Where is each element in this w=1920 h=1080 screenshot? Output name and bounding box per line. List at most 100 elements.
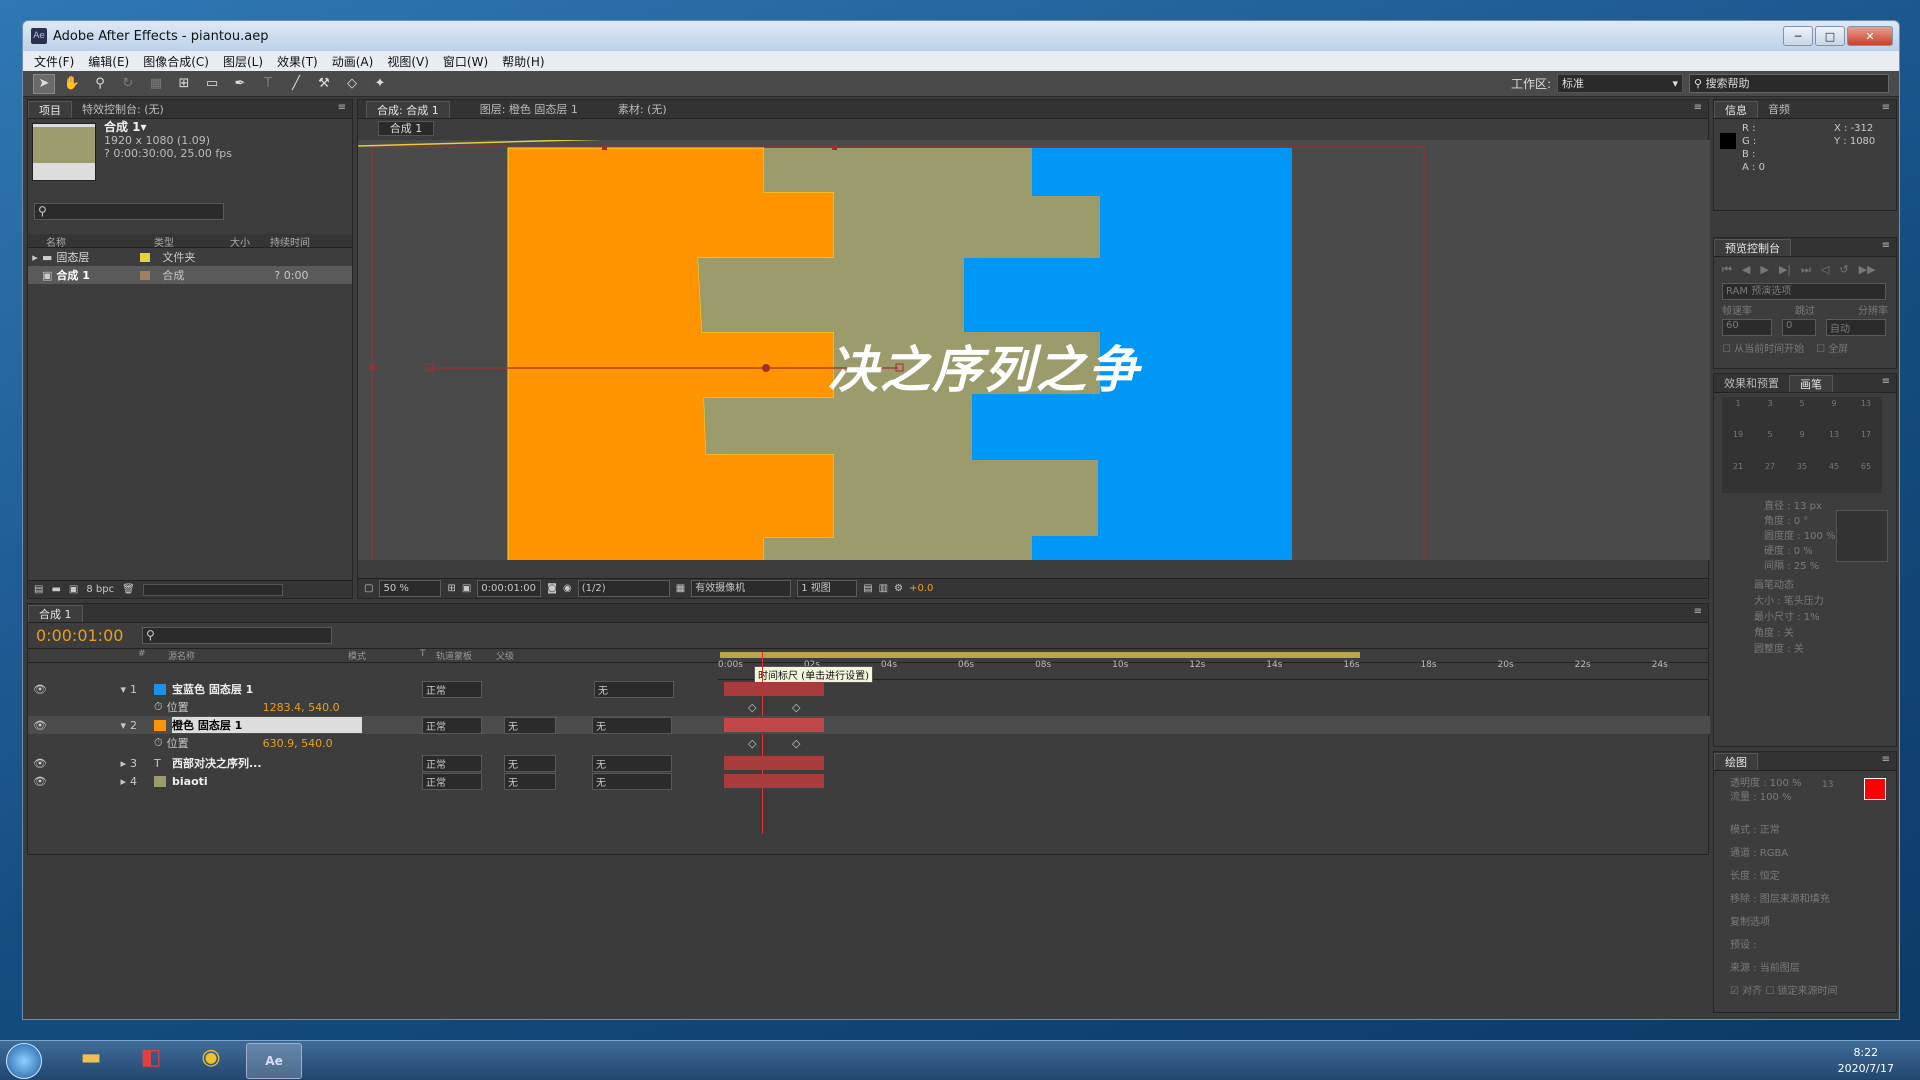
col-name[interactable]: 名称: [28, 234, 154, 249]
tab-preview[interactable]: 预览控制台: [1714, 239, 1791, 256]
camera-tool-icon[interactable]: ▦: [145, 74, 167, 94]
current-time[interactable]: 0:00:01:00: [36, 626, 132, 645]
fullscreen-checkbox[interactable]: ☐ 全屏: [1816, 340, 1848, 355]
toggle-pixel-icon[interactable]: ▤: [863, 583, 872, 594]
snapshot-icon[interactable]: ◙: [547, 583, 557, 594]
keyframe-icon[interactable]: ◇: [748, 737, 756, 750]
list-item[interactable]: ▣ 合成 1 合成 ? 0:00: [28, 266, 352, 284]
col-size[interactable]: 大小: [230, 234, 270, 249]
layer-bar[interactable]: [724, 718, 824, 732]
layer-mode-dropdown[interactable]: 正常: [422, 716, 482, 734]
table-row[interactable]: 👁 ▸ 3 T 西部对决之序列... 正常 无 无: [28, 754, 1710, 772]
expand-arrow-icon[interactable]: ▸: [28, 251, 42, 264]
clock-date[interactable]: 2020/7/17: [1838, 1061, 1894, 1077]
layer-track-dropdown[interactable]: 无: [504, 754, 556, 772]
transparency-grid-icon[interactable]: ▦: [676, 583, 685, 594]
paint-source-row[interactable]: 移除 : 图层来源和填充: [1730, 888, 1896, 911]
visibility-icon[interactable]: 👁: [28, 757, 52, 770]
region-icon[interactable]: ▢: [364, 583, 373, 594]
clock-time[interactable]: 8:22: [1838, 1045, 1894, 1061]
prev-frame-icon[interactable]: ◀: [1742, 263, 1750, 277]
menu-effect[interactable]: 效果(T): [270, 53, 325, 70]
new-folder-icon[interactable]: ▬: [51, 584, 60, 595]
project-search-input[interactable]: ⚲: [34, 203, 224, 220]
layer-bar[interactable]: [724, 682, 824, 696]
frame-rate-field[interactable]: 60: [1722, 319, 1772, 336]
tab-composition[interactable]: 合成: 合成 1: [366, 101, 450, 118]
menu-animation[interactable]: 动画(A): [325, 53, 381, 70]
tab-project[interactable]: 项目: [28, 101, 72, 118]
show-channel-icon[interactable]: ◉: [563, 583, 572, 594]
fast-preview-icon[interactable]: ▥: [879, 583, 888, 594]
rotate-tool-icon[interactable]: ↻: [117, 74, 139, 94]
menu-edit[interactable]: 编辑(E): [81, 53, 136, 70]
paint-source2-row[interactable]: 来源 : 当前图层: [1730, 957, 1896, 980]
explorer-taskbar-icon[interactable]: ▬: [66, 1045, 116, 1077]
menu-help[interactable]: 帮助(H): [495, 53, 551, 70]
chrome-taskbar-icon[interactable]: ◉: [186, 1045, 236, 1077]
menu-view[interactable]: 视图(V): [380, 53, 436, 70]
eraser-tool-icon[interactable]: ◇: [341, 74, 363, 94]
rectangle-tool-icon[interactable]: ▭: [201, 74, 223, 94]
skip-field[interactable]: 0: [1782, 319, 1816, 336]
menu-file[interactable]: 文件(F): [27, 53, 81, 70]
selection-tool-icon[interactable]: ➤: [33, 73, 55, 94]
resolution-dropdown[interactable]: (1/2): [577, 580, 670, 597]
menu-composition[interactable]: 图像合成(C): [136, 53, 216, 70]
layer-mode-dropdown[interactable]: 正常: [422, 680, 482, 698]
brush-grid[interactable]: 1 3 5 9 13 19 5 9 13 17 21 27 35 45 65: [1722, 397, 1882, 493]
exposure-value[interactable]: +0.0: [909, 583, 933, 594]
stopwatch-icon[interactable]: ⏱: [154, 736, 163, 750]
tab-info[interactable]: 信息: [1714, 101, 1758, 118]
safe-zones-icon[interactable]: ⊞: [447, 583, 455, 594]
time-ruler[interactable]: 0:00s 02s 04s 06s 08s 10s 12s 14s 16s 18s 20s 22s 24…: [718, 652, 1708, 683]
brush-roundness-row[interactable]: 圆整度 : 关: [1754, 642, 1896, 658]
table-row[interactable]: ⏱ 位置 1283.4, 540.0 ◇ ◇: [28, 698, 1710, 716]
layer-name[interactable]: 宝蓝色 固态层 1: [172, 681, 362, 697]
breadcrumb[interactable]: 合成 1: [378, 121, 434, 136]
tab-effects-presets[interactable]: 效果和预置: [1714, 375, 1789, 392]
visibility-icon[interactable]: 👁: [28, 719, 52, 732]
play-icon[interactable]: ▶: [1760, 263, 1768, 277]
type-tool-icon[interactable]: T: [257, 74, 279, 94]
view-layout-dropdown[interactable]: 1 视图: [797, 580, 858, 597]
brush-tool-icon[interactable]: ╱: [285, 74, 307, 94]
maximize-button[interactable]: □: [1815, 26, 1845, 46]
close-button[interactable]: ✕: [1847, 26, 1893, 46]
zoom-tool-icon[interactable]: ⚲: [89, 74, 111, 94]
current-time-display[interactable]: 0:00:01:00: [477, 580, 542, 597]
layer-parent-dropdown[interactable]: 无: [592, 772, 672, 790]
tab-paint[interactable]: 绘图: [1714, 753, 1758, 770]
interpret-footage-icon[interactable]: ▤: [34, 584, 43, 595]
keyframe-icon[interactable]: ◇: [748, 701, 756, 714]
menu-layer[interactable]: 图层(L): [216, 53, 270, 70]
brush-angle-row[interactable]: 角度 : 关: [1754, 626, 1896, 642]
table-row[interactable]: 👁 ▾ 2 橙色 固态层 1 正常 无 无: [28, 716, 1710, 734]
table-row[interactable]: ⏱ 位置 630.9, 540.0 ◇ ◇: [28, 734, 1710, 752]
layer-parent-dropdown[interactable]: 无: [594, 680, 674, 698]
layer-mode-dropdown[interactable]: 正常: [422, 754, 482, 772]
layer-track-dropdown[interactable]: 无: [504, 716, 556, 734]
paint-mode-row[interactable]: 模式 : 正常: [1730, 819, 1896, 842]
first-frame-icon[interactable]: ⏮: [1722, 263, 1732, 277]
minimize-button[interactable]: ─: [1783, 26, 1813, 46]
list-item[interactable]: ▸ ▬ 固态层 文件夹: [28, 248, 352, 266]
table-row[interactable]: 👁 ▾ 1 宝蓝色 固态层 1 正常 无: [28, 680, 1710, 698]
flowchart-icon[interactable]: ⚙: [894, 583, 903, 594]
zoom-dropdown[interactable]: 50 %: [379, 580, 442, 597]
hand-tool-icon[interactable]: ✋: [61, 74, 83, 94]
table-row[interactable]: 👁 ▸ 4 biaoti 正常 无 无: [28, 772, 1710, 790]
brush-min-size[interactable]: 最小尺寸 : 1%: [1754, 610, 1896, 626]
tab-audio[interactable]: 音频: [1758, 101, 1800, 118]
col-type[interactable]: 类型: [154, 234, 230, 249]
ram-options-dropdown[interactable]: RAM 预演选项: [1722, 283, 1886, 300]
resolution-field[interactable]: 自动: [1826, 319, 1886, 336]
bpc-label[interactable]: 8 bpc: [86, 584, 114, 595]
last-frame-icon[interactable]: ⏭: [1801, 263, 1811, 277]
visibility-icon[interactable]: 👁: [28, 775, 52, 788]
property-value[interactable]: 630.9, 540.0: [263, 737, 333, 750]
help-search-input[interactable]: ⚲ 搜索帮助: [1689, 74, 1889, 93]
start-button[interactable]: [6, 1043, 42, 1079]
tab-footage[interactable]: 素材: (无): [608, 101, 677, 118]
layer-parent-dropdown[interactable]: 无: [592, 754, 672, 772]
